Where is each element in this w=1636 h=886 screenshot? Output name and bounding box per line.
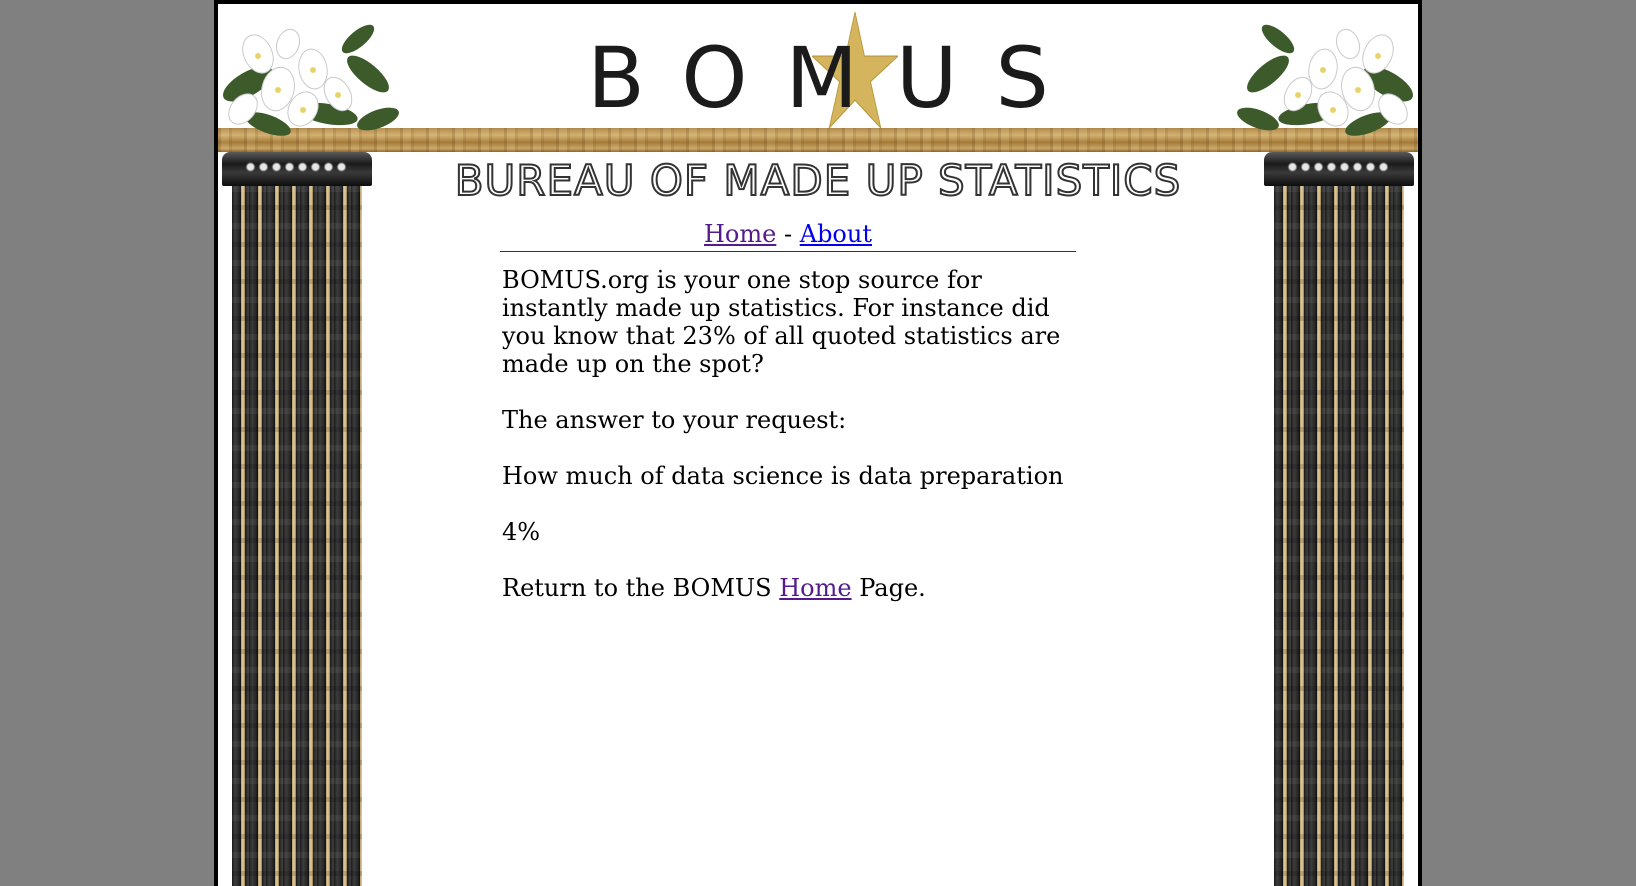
nav-about-link[interactable]: About xyxy=(800,220,872,248)
column-capital xyxy=(222,152,372,186)
main-content: BOMUS.org is your one stop source for in… xyxy=(502,266,1082,630)
return-suffix: Page. xyxy=(859,574,926,602)
right-column xyxy=(1264,152,1414,886)
return-home-link[interactable]: Home xyxy=(779,574,851,602)
question-text: How much of data science is data prepara… xyxy=(502,462,1064,490)
white-lily-bouquet-icon xyxy=(1237,24,1413,136)
answer-value: 4% xyxy=(502,518,541,546)
top-nav: Home - About xyxy=(500,219,1076,252)
left-column xyxy=(222,152,372,886)
return-prefix: Return to the BOMUS xyxy=(502,574,772,602)
answer-heading: The answer to your request: xyxy=(502,406,847,434)
column-capital xyxy=(1264,152,1414,186)
nav-home-link[interactable]: Home xyxy=(704,220,776,248)
intro-paragraph: BOMUS.org is your one stop source for in… xyxy=(502,266,1061,378)
nav-separator: - xyxy=(783,220,793,248)
site-subtitle: BUREAU OF MADE UP STATISTICS xyxy=(454,155,1182,206)
page-frame: BOMUS BUREAU OF MADE UP STATISTICS Home … xyxy=(214,0,1422,886)
return-line: Return to the BOMUS Home Page. xyxy=(502,574,1082,602)
white-lily-bouquet-icon xyxy=(223,24,399,136)
column-shaft xyxy=(232,186,362,886)
column-shaft xyxy=(1274,186,1404,886)
